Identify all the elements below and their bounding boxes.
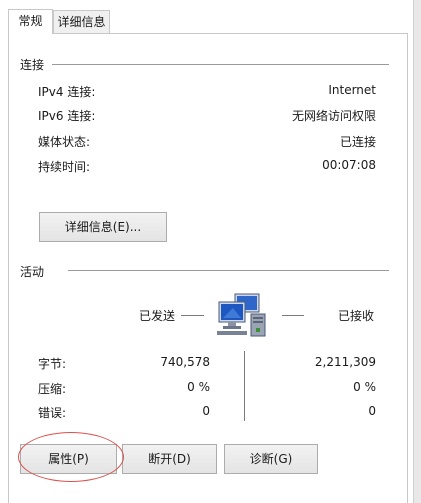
received-label: 已接收 (338, 309, 375, 323)
disconnect-button[interactable]: 断开(D) (122, 444, 217, 474)
bytes-received-value: 2,211,309 (314, 355, 376, 369)
received-connector-line (282, 315, 304, 316)
errors-label: 错误: (38, 406, 67, 420)
bytes-label: 字节: (38, 357, 67, 371)
details-button[interactable]: 详细信息(E)... (39, 212, 167, 242)
compression-received-value: 0 % (353, 380, 376, 394)
errors-received-value: 0 (368, 404, 376, 418)
tab-details[interactable]: 详细信息 (53, 10, 110, 33)
activity-section-title: 活动 (20, 265, 45, 279)
window-right-edge (413, 0, 421, 503)
sent-connector-line (181, 315, 204, 316)
activity-section-rule (68, 270, 389, 271)
compression-sent-value: 0 % (187, 380, 210, 394)
ipv6-value: 无网络访问权限 (291, 109, 376, 123)
media-state-value: 已连接 (339, 135, 376, 149)
media-state-label: 媒体状态: (38, 135, 91, 149)
connection-section-title: 连接 (20, 58, 45, 72)
sent-label: 已发送 (139, 309, 176, 323)
ipv4-label: IPv4 连接: (38, 85, 96, 99)
diagnose-button[interactable]: 诊断(G) (224, 444, 318, 474)
tab-general[interactable]: 常规 (8, 9, 53, 34)
properties-button[interactable]: 属性(P) (20, 444, 117, 474)
errors-sent-value: 0 (202, 404, 210, 418)
sent-received-divider (244, 351, 245, 421)
general-panel (8, 33, 408, 503)
compression-label: 压缩: (38, 382, 67, 396)
connection-section-rule (52, 64, 389, 65)
bytes-sent-value: 740,578 (160, 355, 210, 369)
network-computers-icon (215, 290, 271, 340)
ipv6-label: IPv6 连接: (38, 109, 96, 123)
ipv4-value: Internet (328, 83, 376, 97)
duration-value: 00:07:08 (322, 158, 376, 172)
duration-label: 持续时间: (38, 160, 91, 174)
